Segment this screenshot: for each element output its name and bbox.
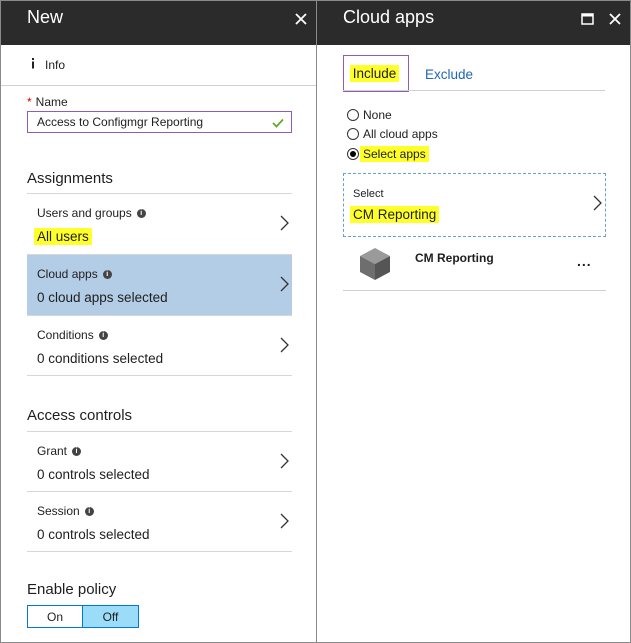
name-input[interactable] [27, 111, 292, 133]
info-icon: i [72, 446, 82, 456]
more-icon[interactable]: ... [577, 253, 592, 269]
close-icon[interactable] [605, 9, 625, 29]
session-item[interactable]: Session i 0 controls selected [27, 491, 292, 552]
close-icon[interactable] [291, 9, 311, 29]
info-icon: i [102, 269, 112, 279]
toggle-off-option[interactable]: Off [83, 606, 138, 627]
radio-label: None [363, 108, 392, 122]
tab-exclude[interactable]: Exclude [425, 67, 473, 82]
blade-header: Cloud apps [317, 1, 630, 45]
item-label: Conditions [37, 328, 94, 342]
info-icon [27, 57, 39, 72]
info-link[interactable]: Info [27, 57, 65, 72]
new-policy-blade: New Info *Name Assignments Users and gro… [0, 0, 317, 643]
chevron-right-icon [280, 215, 289, 236]
app-name: CM Reporting [415, 251, 494, 265]
item-value: All users [34, 228, 92, 245]
select-label: Select [353, 188, 384, 200]
info-icon: i [136, 208, 146, 218]
toggle-on-option[interactable]: On [28, 606, 83, 627]
divider [1, 85, 316, 86]
blade-title: New [27, 7, 64, 27]
chevron-right-icon [280, 276, 289, 297]
radio-none[interactable]: None [347, 108, 392, 122]
item-value: 0 conditions selected [37, 351, 164, 366]
item-value: 0 controls selected [37, 527, 150, 542]
maximize-icon[interactable] [577, 9, 597, 29]
conditions-item[interactable]: Conditions i 0 conditions selected [27, 315, 292, 376]
chevron-right-icon [280, 513, 289, 534]
cloud-apps-blade: Cloud apps Include Exclude None All clou… [316, 0, 631, 643]
select-value: CM Reporting [350, 206, 440, 223]
info-icon: i [98, 330, 108, 340]
radio-button[interactable] [347, 128, 359, 140]
radio-button[interactable] [347, 109, 359, 121]
access-controls-heading: Access controls [27, 407, 133, 424]
select-apps-picker[interactable]: Select CM Reporting [343, 173, 606, 237]
chevron-right-icon [593, 195, 602, 216]
enable-policy-heading: Enable policy [27, 581, 117, 598]
radio-label: Select apps [360, 146, 429, 162]
radio-button[interactable] [347, 148, 359, 160]
tab-strip-divider [343, 90, 605, 91]
chevron-right-icon [280, 337, 289, 358]
radio-all-cloud-apps[interactable]: All cloud apps [347, 127, 438, 141]
item-value: 0 cloud apps selected [37, 290, 168, 305]
assignments-heading: Assignments [27, 170, 113, 187]
item-label: Session [37, 504, 80, 518]
checkmark-icon [272, 115, 284, 133]
cube-app-icon [359, 247, 391, 286]
item-label: Grant [37, 444, 68, 458]
item-label: Users and groups [37, 206, 132, 220]
radio-select-apps[interactable]: Select apps [347, 146, 429, 162]
item-label: Cloud apps [37, 267, 98, 281]
chevron-right-icon [280, 453, 289, 474]
item-value: 0 controls selected [37, 467, 150, 482]
name-field-label: * Name [27, 95, 68, 109]
info-label: Info [45, 57, 66, 72]
blade-title: Cloud apps [343, 7, 435, 27]
blade-header: New [1, 1, 316, 45]
users-and-groups-item[interactable]: Users and groups i All users [27, 193, 292, 254]
grant-item[interactable]: Grant i 0 controls selected [27, 431, 292, 492]
info-icon: i [84, 506, 94, 516]
tab-include[interactable]: Include [343, 55, 409, 92]
radio-label: All cloud apps [363, 127, 438, 141]
app-list-item[interactable]: CM Reporting ... [343, 245, 606, 291]
enable-policy-toggle: On Off [27, 605, 139, 628]
cloud-apps-item[interactable]: Cloud apps i 0 cloud apps selected [27, 254, 292, 315]
